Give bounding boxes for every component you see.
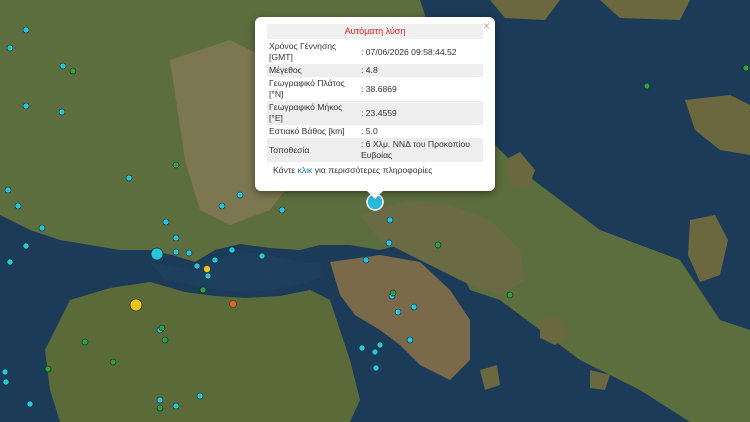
more-info-prefix: Κάντε	[273, 165, 298, 175]
origin-time-value: : 07/06/2026 09:58:44.52	[361, 46, 457, 57]
depth-label: Εστιακό Βάθος [km]	[269, 126, 345, 136]
info-row-magnitude: Μέγεθος : 4.8	[267, 64, 483, 77]
origin-time-label: Χρόνος Γέννησης [GMT]	[269, 41, 337, 62]
latitude-value: : 38.6869	[361, 83, 397, 94]
earthquake-info-table: Χρόνος Γέννησης [GMT] : 07/06/2026 09:58…	[267, 40, 483, 162]
depth-value: : 5.0	[361, 126, 378, 136]
info-row-longitude: Γεωγραφικό Μήκος [°E] : 23.4559	[267, 101, 483, 125]
earthquake-info-popup: × Αυτόματη λύση Χρόνος Γέννησης [GMT] : …	[255, 17, 495, 199]
longitude-label: Γεωγραφικό Μήκος [°E]	[267, 101, 359, 125]
event-marker[interactable]	[203, 265, 211, 273]
more-info-line: Κάντε κλικ για περισσότερες πληροφορίες	[267, 165, 483, 175]
location-label: Τοποθεσία	[267, 138, 359, 162]
magnitude-value: : 4.8	[359, 64, 483, 77]
peloponnese	[45, 282, 360, 422]
more-info-link[interactable]: κλικ	[298, 165, 313, 175]
info-row-location: Τοποθεσία : 6 Χλμ. ΝΝΔ του Προκοπίου Ευβ…	[267, 138, 483, 162]
event-marker[interactable]	[229, 300, 237, 308]
location-value: : 6 Χλμ. ΝΝΔ του Προκοπίου Ευβοίας	[359, 138, 483, 162]
longitude-value: : 23.4559	[359, 101, 483, 125]
info-row-depth: Εστιακό Βάθος [km] : 5.0	[267, 125, 483, 138]
more-info-suffix: για περισσότερες πληροφορίες	[312, 165, 433, 175]
latitude-label: Γεωγραφικό Πλάτος [°N]	[269, 78, 345, 99]
popup-title: Αυτόματη λύση	[267, 24, 483, 39]
event-marker[interactable]	[129, 298, 143, 312]
event-marker[interactable]	[150, 247, 164, 261]
info-row-origin-time: Χρόνος Γέννησης [GMT] : 07/06/2026 09:58…	[267, 40, 483, 64]
info-row-latitude: Γεωγραφικό Πλάτος [°N] : 38.6869	[267, 77, 483, 101]
magnitude-label: Μέγεθος	[267, 64, 359, 77]
close-icon[interactable]: ×	[483, 19, 490, 33]
